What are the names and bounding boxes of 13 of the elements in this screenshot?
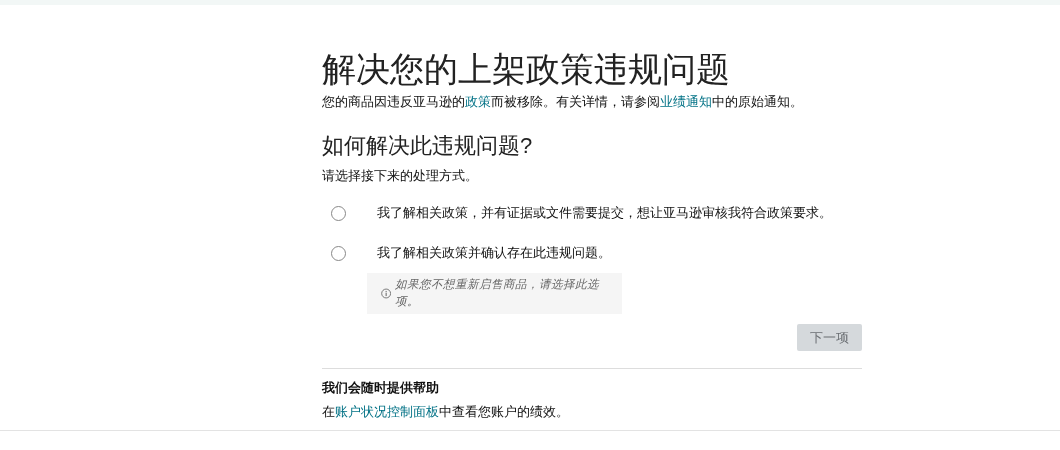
page-title: 解决您的上架政策违规问题 — [322, 49, 731, 90]
question-heading: 如何解决此违规问题? — [322, 133, 534, 160]
option-label[interactable]: 我了解相关政策并确认存在此违规问题。 — [377, 243, 611, 263]
intro-text: 您的商品因违反亚马逊的政策而被移除。有关详情，请参阅业绩通知中的原始通知。 — [322, 92, 804, 111]
info-icon — [381, 287, 392, 299]
link[interactable]: 业绩通知 — [660, 93, 712, 109]
help-heading: 我们会随时提供帮助 — [322, 379, 440, 398]
option-label[interactable]: 我了解相关政策，并有证据或文件需要提交，想让亚马逊审核我符合政策要求。 — [377, 203, 832, 223]
link[interactable]: 政策 — [465, 93, 491, 109]
hint-text: 如果您不想重新启售商品，请选择此选项。 — [395, 277, 601, 310]
link[interactable]: 账户状况控制面板 — [335, 403, 439, 419]
instruction-text: 请选择接下来的处理方式。 — [322, 166, 479, 185]
help-text: 在账户状况控制面板中查看您账户的绩效。 — [322, 402, 570, 421]
